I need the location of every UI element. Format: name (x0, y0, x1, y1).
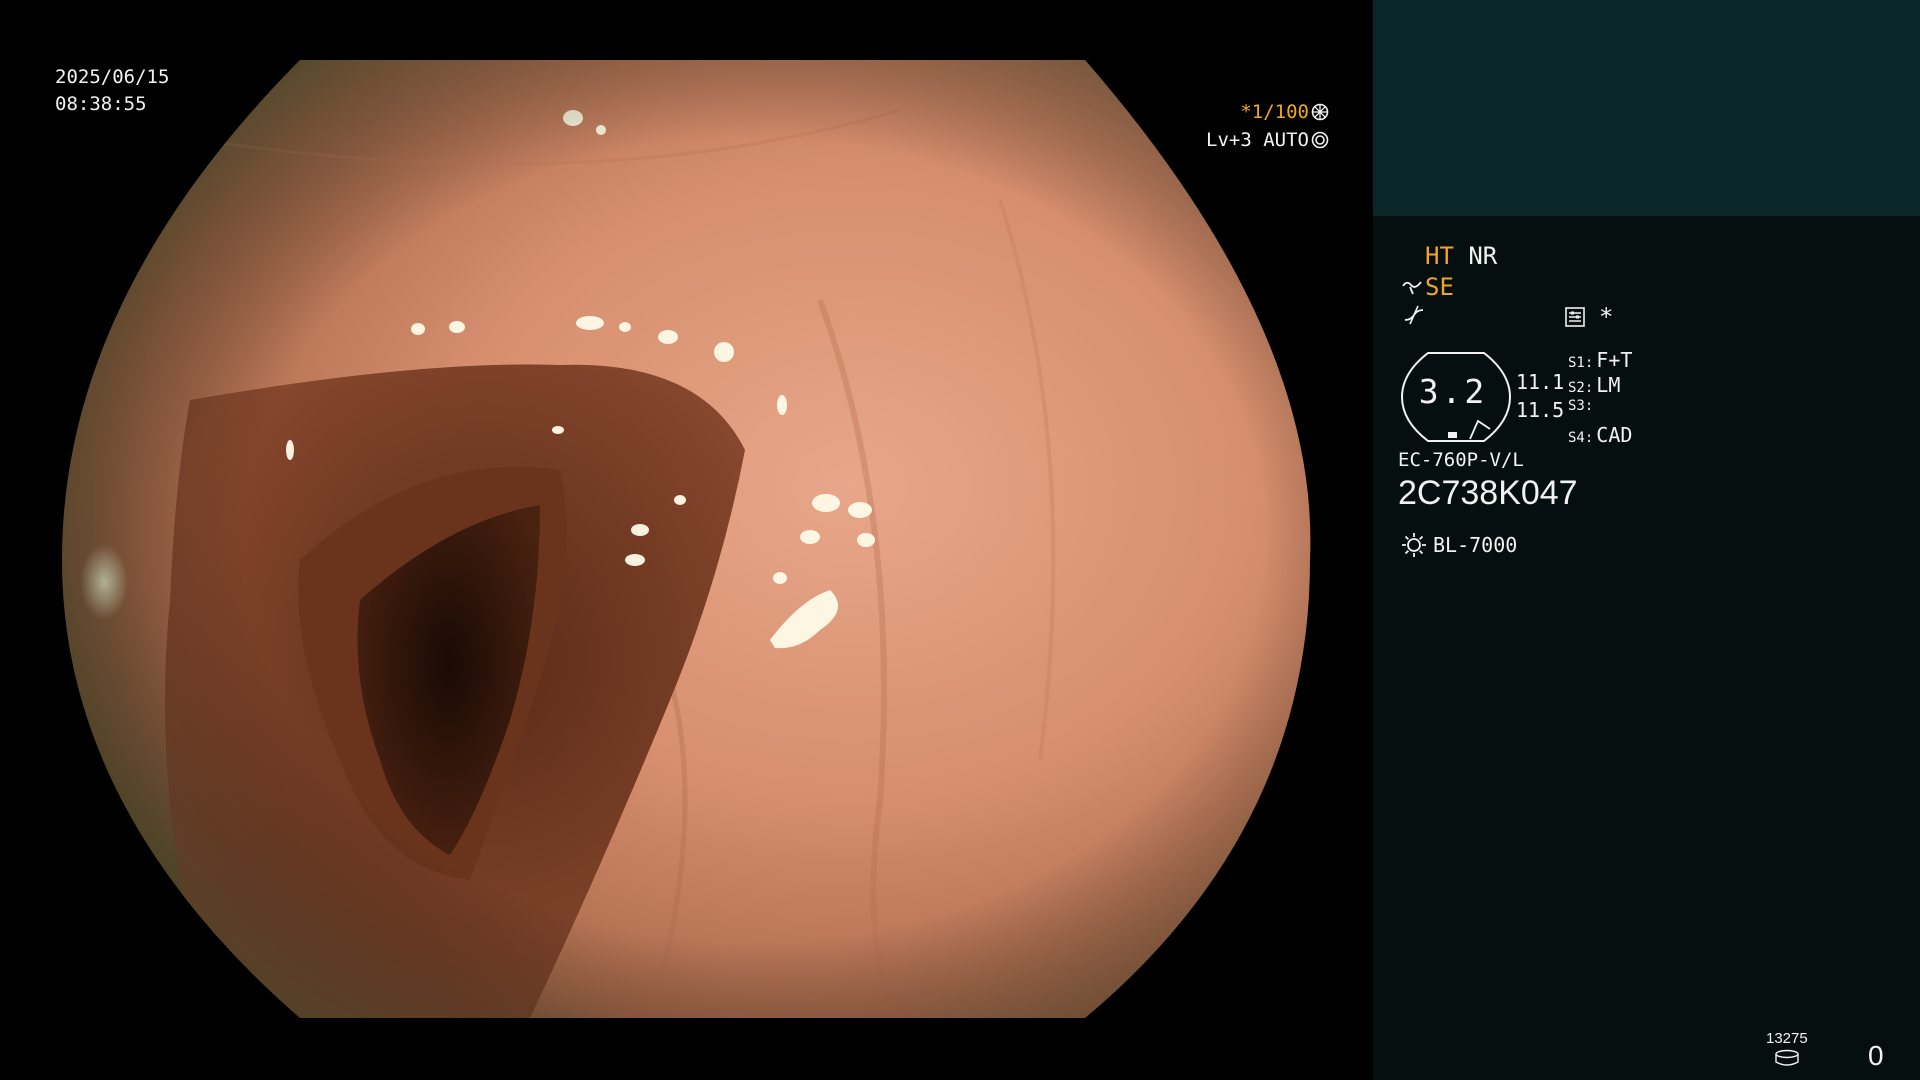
star-indicator: * (1599, 303, 1614, 331)
iris-mode-label: Lv+3 AUTO (1206, 128, 1309, 151)
slot-key: S2: (1568, 380, 1594, 396)
slot-value: F+T (1596, 348, 1633, 372)
endoscopy-image (62, 60, 1311, 1018)
scope-model: EC-760P-V/L (1398, 449, 1524, 471)
info-panel: HT NR SE * 3.2 11.1 11.5 S1: F+T S2: LM … (1373, 0, 1920, 1080)
se-label: SE (1425, 273, 1454, 301)
light-source-label: BL-7000 (1433, 533, 1518, 557)
settings-card-icon (1565, 307, 1585, 327)
light-source-row: BL-7000 (1401, 532, 1517, 558)
switch-slot-4: S4: CAD (1568, 423, 1632, 447)
ring-icon (1311, 131, 1329, 149)
aperture-icon (1311, 103, 1329, 121)
frame-count: 0 (1868, 1040, 1884, 1071)
value-b: 11.5 (1516, 398, 1565, 422)
value-a: 11.1 (1516, 370, 1565, 394)
thumbnail-area[interactable] (1373, 0, 1920, 216)
scope-serial: 2C738K047 (1398, 474, 1578, 512)
date-label: 2025/06/15 (55, 66, 170, 88)
slot-key: S4: (1568, 430, 1594, 446)
slot-value: CAD (1596, 423, 1633, 447)
disk-stack-icon (1775, 1049, 1799, 1066)
time-label: 08:38:55 (55, 93, 147, 115)
endoscope-monitor: 2025/06/15 08:38:55 *1/100 Lv+3 AUTO HT … (0, 0, 1920, 1080)
structure-enhance-row: SE (1401, 273, 1454, 301)
date-time-readout: 2025/06/15 08:38:55 (55, 64, 169, 118)
switch-slot-1: S1: F+T (1568, 348, 1632, 372)
exposure-readout: *1/100 Lv+3 AUTO (1206, 98, 1329, 154)
ht-label: HT (1425, 242, 1454, 270)
filter-curve-icon (1404, 305, 1424, 325)
slot-key: S1: (1568, 355, 1594, 371)
storage-count: 13275 (1766, 1030, 1808, 1047)
slot-value: LM (1596, 373, 1621, 397)
shutter-speed-label: *1/100 (1240, 100, 1309, 123)
nr-label: NR (1468, 242, 1498, 270)
sun-icon (1402, 533, 1426, 557)
switch-slot-3: S3: (1568, 398, 1596, 414)
slot-key: S3: (1568, 398, 1594, 414)
switch-slot-2: S2: LM (1568, 373, 1620, 397)
tilde-scope-icon (1402, 281, 1422, 295)
endoscopy-view: 2025/06/15 08:38:55 *1/100 Lv+3 AUTO (0, 0, 1372, 1080)
processing-mode-row: HT NR (1425, 242, 1497, 270)
zoom-value: 3.2 (1418, 372, 1488, 411)
